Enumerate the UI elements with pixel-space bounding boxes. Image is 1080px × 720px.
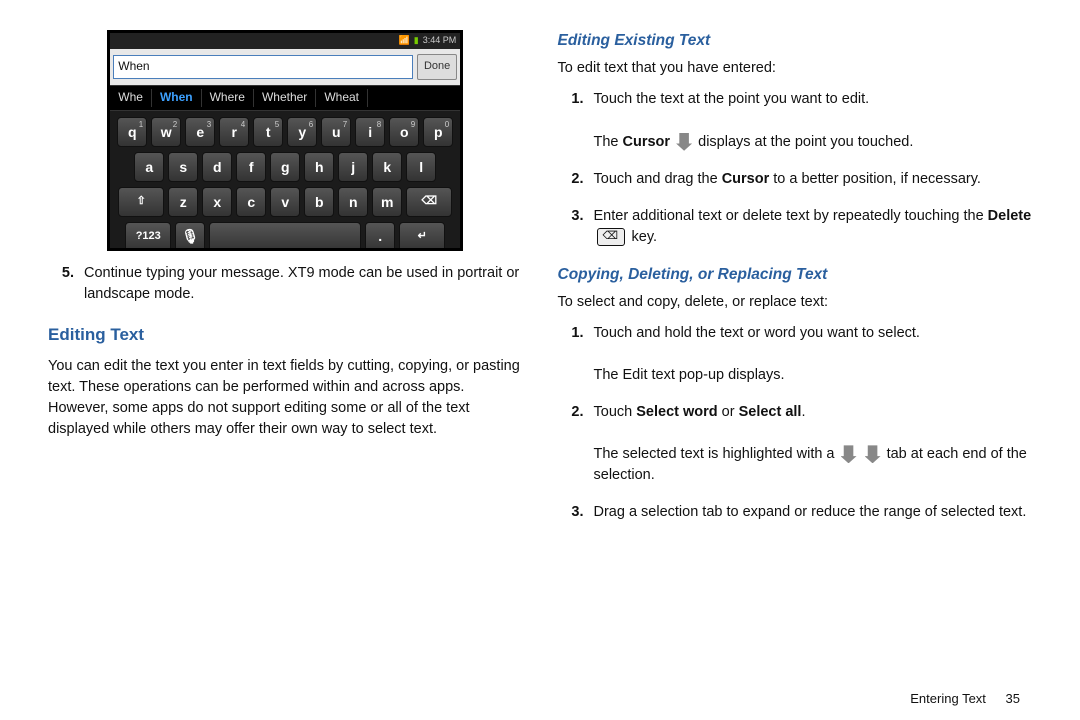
key-d[interactable]: d <box>202 152 232 182</box>
key-b[interactable]: b <box>304 187 334 217</box>
key-l[interactable]: l <box>406 152 436 182</box>
step-number: 3. <box>558 206 584 248</box>
suggestion-item-selected[interactable]: When <box>152 89 202 106</box>
key-c[interactable]: c <box>236 187 266 217</box>
status-time: 3:44 PM <box>423 34 457 47</box>
key-j[interactable]: j <box>338 152 368 182</box>
key-o[interactable]: o9 <box>389 117 419 147</box>
key-v[interactable]: v <box>270 187 300 217</box>
copy-steps: 1. Touch and hold the text or word you w… <box>558 323 1033 523</box>
key-f[interactable]: f <box>236 152 266 182</box>
suggestion-item[interactable]: Where <box>202 89 254 106</box>
manual-page: 📶 ▮ 3:44 PM When Done Whe When Where Whe… <box>0 0 1080 720</box>
step-list-left: 5. Continue typing your message. XT9 mod… <box>48 263 523 305</box>
key-a[interactable]: a <box>134 152 164 182</box>
step-number: 3. <box>558 502 584 523</box>
key-g[interactable]: g <box>270 152 300 182</box>
footer-page-number: 35 <box>1006 691 1020 706</box>
wifi-icon: 📶 <box>399 34 410 47</box>
text-input[interactable]: When <box>113 55 413 79</box>
suggestion-row: Whe When Where Whether Wheat <box>110 85 460 111</box>
left-column: 📶 ▮ 3:44 PM When Done Whe When Where Whe… <box>48 30 523 710</box>
step-text: Touch the text at the point you want to … <box>594 89 1033 152</box>
copy-step-3: 3. Drag a selection tab to expand or red… <box>558 502 1033 523</box>
suggestion-item[interactable]: Wheat <box>316 89 368 106</box>
heading-editing-existing: Editing Existing Text <box>558 30 1033 52</box>
key-s[interactable]: s <box>168 152 198 182</box>
input-row: When Done <box>110 49 460 85</box>
step-text: Touch and hold the text or word you want… <box>594 323 1033 386</box>
key-m[interactable]: m <box>372 187 402 217</box>
selection-tab-left-icon <box>841 445 857 463</box>
suggestion-item[interactable]: Whe <box>110 89 152 106</box>
key-p[interactable]: p0 <box>423 117 453 147</box>
status-bar: 📶 ▮ 3:44 PM <box>110 33 460 49</box>
key-delete[interactable]: ⌫ <box>406 187 452 217</box>
key-n[interactable]: n <box>338 187 368 217</box>
step-number: 2. <box>558 402 584 486</box>
keyboard-row-3: ⇧ z x c v b n m ⌫ <box>112 187 458 217</box>
key-space[interactable] <box>209 222 361 251</box>
step-text: Touch Select word or Select all. The sel… <box>594 402 1033 486</box>
key-k[interactable]: k <box>372 152 402 182</box>
step-number: 1. <box>558 323 584 386</box>
delete-key-icon <box>597 228 625 246</box>
key-symbols[interactable]: ?123 <box>125 222 171 251</box>
selection-tab-right-icon <box>865 445 881 463</box>
key-shift[interactable]: ⇧ <box>118 187 164 217</box>
suggestion-item[interactable]: Whether <box>254 89 316 106</box>
edit-step-2: 2. Touch and drag the Cursor to a better… <box>558 169 1033 190</box>
page-footer: Entering Text 35 <box>910 691 1020 706</box>
key-q[interactable]: q1 <box>117 117 147 147</box>
edit-steps: 1. Touch the text at the point you want … <box>558 89 1033 247</box>
key-z[interactable]: z <box>168 187 198 217</box>
key-u[interactable]: u7 <box>321 117 351 147</box>
keyboard-row-1: q1 w2 e3 r4 t5 y6 u7 i8 o9 p0 <box>112 117 458 147</box>
battery-icon: ▮ <box>414 34 419 47</box>
heading-editing-text: Editing Text <box>48 323 523 348</box>
heading-copying: Copying, Deleting, or Replacing Text <box>558 264 1033 286</box>
key-e[interactable]: e3 <box>185 117 215 147</box>
cursor-icon <box>676 133 692 151</box>
footer-section: Entering Text <box>910 691 986 706</box>
step-text: Enter additional text or delete text by … <box>594 206 1033 248</box>
key-x[interactable]: x <box>202 187 232 217</box>
intro-edit: To edit text that you have entered: <box>558 58 1033 79</box>
key-y[interactable]: y6 <box>287 117 317 147</box>
editing-text-body: You can edit the text you enter in text … <box>48 356 523 440</box>
key-w[interactable]: w2 <box>151 117 181 147</box>
step-text: Continue typing your message. XT9 mode c… <box>84 263 523 305</box>
phone-screenshot: 📶 ▮ 3:44 PM When Done Whe When Where Whe… <box>107 30 463 251</box>
keyboard-row-2: a s d f g h j k l <box>112 152 458 182</box>
keyboard: q1 w2 e3 r4 t5 y6 u7 i8 o9 p0 a s d f g <box>110 111 460 251</box>
copy-step-1: 1. Touch and hold the text or word you w… <box>558 323 1033 386</box>
right-column: Editing Existing Text To edit text that … <box>558 30 1033 710</box>
done-button[interactable]: Done <box>417 54 457 80</box>
key-r[interactable]: r4 <box>219 117 249 147</box>
key-enter[interactable]: ↵ <box>399 222 445 251</box>
edit-step-3: 3. Enter additional text or delete text … <box>558 206 1033 248</box>
step-number: 2. <box>558 169 584 190</box>
step-number: 1. <box>558 89 584 152</box>
key-t[interactable]: t5 <box>253 117 283 147</box>
edit-step-1: 1. Touch the text at the point you want … <box>558 89 1033 152</box>
key-mic[interactable]: 🎙 <box>175 222 205 251</box>
step-text: Drag a selection tab to expand or reduce… <box>594 502 1033 523</box>
key-period[interactable]: . <box>365 222 395 251</box>
key-h[interactable]: h <box>304 152 334 182</box>
step-5: 5. Continue typing your message. XT9 mod… <box>48 263 523 305</box>
step-number: 5. <box>48 263 74 305</box>
copy-step-2: 2. Touch Select word or Select all. The … <box>558 402 1033 486</box>
intro-copy: To select and copy, delete, or replace t… <box>558 292 1033 313</box>
keyboard-row-4: ?123 🎙 . ↵ <box>112 222 458 251</box>
key-i[interactable]: i8 <box>355 117 385 147</box>
step-text: Touch and drag the Cursor to a better po… <box>594 169 1033 190</box>
